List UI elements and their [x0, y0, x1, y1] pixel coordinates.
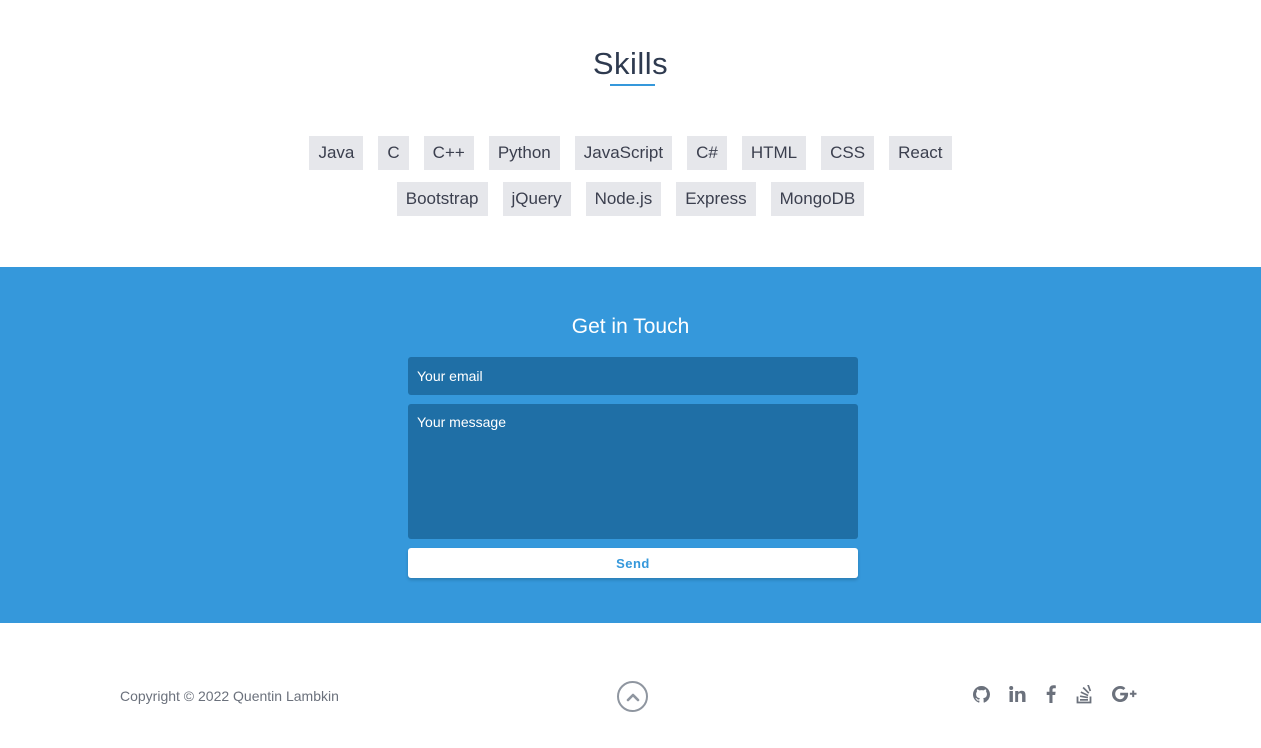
skill-tag-jquery: jQuery: [502, 182, 571, 216]
message-field[interactable]: [408, 404, 858, 539]
skill-tag-c: C: [378, 136, 409, 170]
facebook-icon: [1046, 685, 1056, 703]
skills-row: Java C C++ Python JavaScript C# HTML CSS…: [0, 136, 1261, 170]
title-underline: [610, 84, 655, 86]
contact-title: Get in Touch: [571, 315, 690, 338]
github-link[interactable]: [972, 683, 991, 705]
scroll-to-top-button[interactable]: [617, 681, 648, 712]
google-plus-icon: [1112, 686, 1137, 702]
facebook-link[interactable]: [1044, 683, 1058, 705]
stackoverflow-icon: [1076, 684, 1092, 703]
skill-tag-express: Express: [676, 182, 756, 216]
skill-tag-java: Java: [309, 136, 364, 170]
skill-tag-html: HTML: [741, 136, 807, 170]
skill-tag-react: React: [889, 136, 952, 170]
skill-tag-css: CSS: [821, 136, 875, 170]
github-icon: [973, 685, 990, 703]
contact-section: Get in Touch Send: [0, 267, 1261, 623]
skills-section: Skills Java C C++ Python JavaScript C# H…: [0, 0, 1261, 267]
skill-tag-mongodb: MongoDB: [770, 182, 865, 216]
google-plus-link[interactable]: [1112, 683, 1138, 705]
linkedin-link[interactable]: [1008, 683, 1027, 705]
footer: Copyright © 2022 Quentin Lambkin: [0, 623, 1261, 748]
send-button[interactable]: Send: [408, 548, 858, 578]
skill-tag-cpp: C++: [423, 136, 474, 170]
skill-tag-bootstrap: Bootstrap: [396, 182, 488, 216]
skill-tag-javascript: JavaScript: [574, 136, 673, 170]
chevron-up-icon: [626, 693, 639, 701]
skill-tag-nodejs: Node.js: [585, 182, 662, 216]
email-field[interactable]: [408, 357, 858, 395]
stackoverflow-link[interactable]: [1075, 683, 1094, 705]
skill-tag-csharp: C#: [687, 136, 727, 170]
linkedin-icon: [1009, 686, 1026, 702]
skill-tag-python: Python: [488, 136, 560, 170]
copyright-text: Copyright © 2022 Quentin Lambkin: [120, 688, 339, 704]
skills-row: Bootstrap jQuery Node.js Express MongoDB: [0, 182, 1261, 216]
skills-title: Skills: [592, 46, 669, 81]
